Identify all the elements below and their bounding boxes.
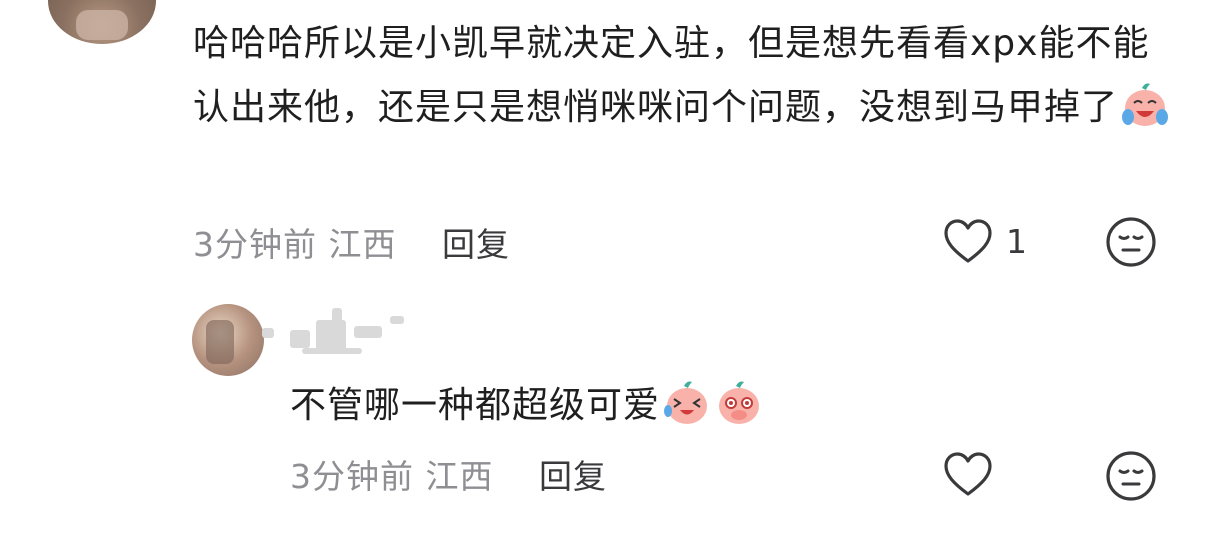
comment-text: 哈哈哈所以是小凯早就决定入驻，但是想先看看xpx能不能认出来他，还是只是想悄咪咪…	[193, 12, 1183, 140]
heart-outline-icon[interactable]	[943, 218, 993, 266]
reply-text: 不管哪一种都超级可爱	[290, 374, 990, 438]
pleading-peach-emoji	[714, 377, 764, 427]
like-count: 1	[1006, 222, 1027, 261]
heart-outline-icon[interactable]	[943, 451, 993, 499]
reply-button[interactable]: 回复	[539, 457, 607, 496]
reply-body: 不管哪一种都超级可爱	[290, 385, 661, 426]
crying-laughing-peach-emoji	[1120, 79, 1170, 129]
timestamp: 3分钟前	[193, 225, 317, 264]
username-redacted	[262, 308, 412, 360]
reply-avatar[interactable]	[192, 304, 264, 376]
comment-meta: 3分钟前 江西 回复	[193, 218, 510, 266]
neutral-face-icon[interactable]	[1105, 450, 1157, 502]
laughing-peach-emoji	[662, 377, 712, 427]
location: 江西	[425, 457, 494, 496]
timestamp: 3分钟前	[290, 457, 414, 496]
comment-body: 哈哈哈所以是小凯早就决定入驻，但是想先看看xpx能不能认出来他，还是只是想悄咪咪…	[193, 23, 1150, 128]
commenter-avatar[interactable]	[48, 0, 156, 44]
neutral-face-icon[interactable]	[1105, 216, 1157, 268]
location: 江西	[328, 225, 397, 264]
reply-meta: 3分钟前 江西 回复	[290, 450, 607, 498]
reply-button[interactable]: 回复	[442, 225, 510, 264]
